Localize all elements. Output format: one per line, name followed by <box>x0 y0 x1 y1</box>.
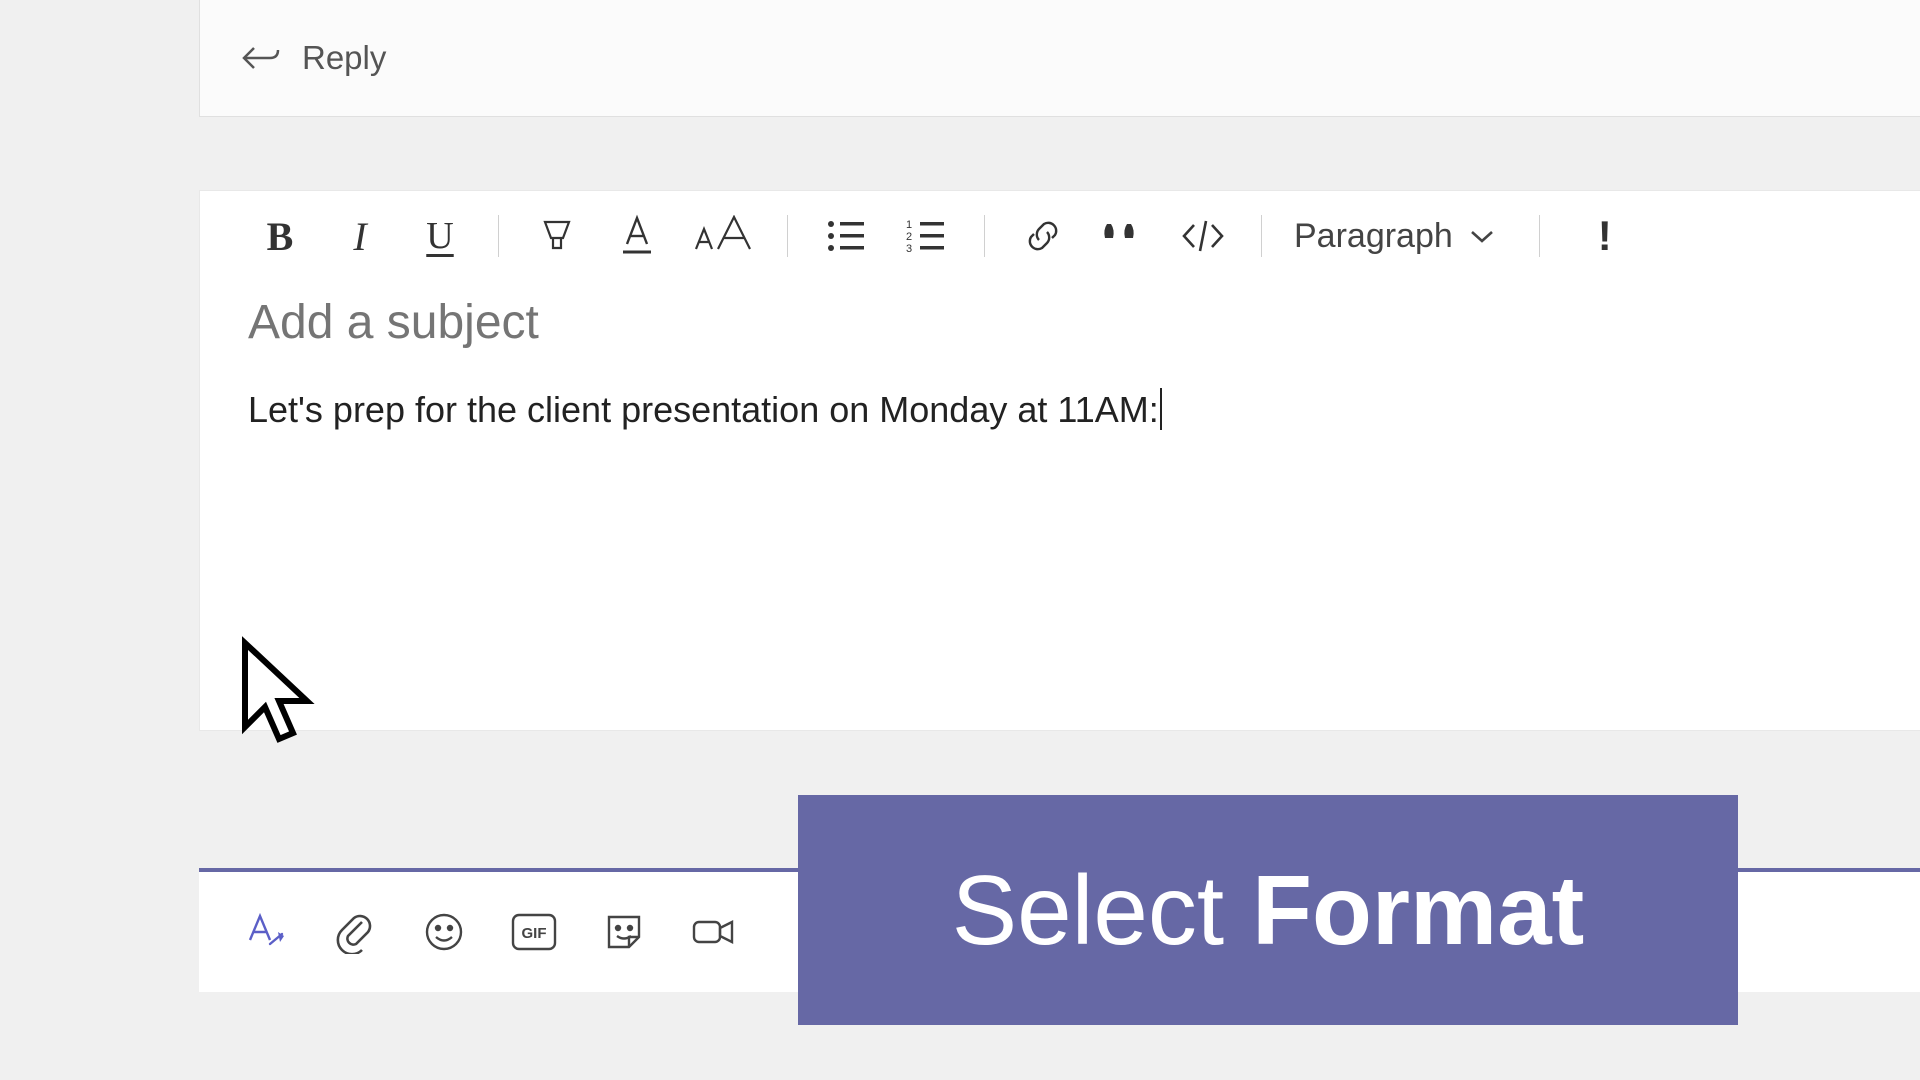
quote-button[interactable] <box>1083 206 1163 266</box>
svg-text:2: 2 <box>906 231 912 243</box>
svg-text:3: 3 <box>906 243 912 254</box>
callout-banner: Select Format <box>798 795 1738 1025</box>
meet-now-button[interactable] <box>689 907 739 957</box>
text-caret <box>1160 388 1162 430</box>
toolbar-separator <box>1539 215 1540 257</box>
message-body-text: Let's prep for the client presentation o… <box>248 389 1159 431</box>
callout-word2: Format <box>1252 854 1584 967</box>
attach-button[interactable] <box>329 907 379 957</box>
subject-input[interactable] <box>248 295 1872 350</box>
subject-row <box>200 281 1920 350</box>
toolbar-separator <box>1261 215 1262 257</box>
mouse-cursor-icon <box>235 635 321 755</box>
paragraph-style-label: Paragraph <box>1294 217 1453 256</box>
font-size-button[interactable] <box>677 206 769 266</box>
importance-button[interactable]: ! <box>1570 206 1640 266</box>
bold-button[interactable]: B <box>240 206 320 266</box>
svg-text:GIF: GIF <box>522 925 547 942</box>
compose-card: B I U <box>199 190 1920 731</box>
reply-box[interactable]: Reply <box>199 0 1920 117</box>
gif-button[interactable]: GIF <box>509 907 559 957</box>
format-toolbar: B I U <box>200 191 1920 281</box>
numbered-list-button[interactable]: 1 2 3 <box>886 206 966 266</box>
highlight-button[interactable] <box>517 206 597 266</box>
link-button[interactable] <box>1003 206 1083 266</box>
underline-button[interactable]: U <box>400 206 480 266</box>
toolbar-separator <box>498 215 499 257</box>
italic-button[interactable]: I <box>320 206 400 266</box>
callout-word1: Select <box>952 854 1224 967</box>
paragraph-style-select[interactable]: Paragraph <box>1280 217 1509 256</box>
font-color-button[interactable] <box>597 206 677 266</box>
toolbar-separator <box>984 215 985 257</box>
message-body[interactable]: Let's prep for the client presentation o… <box>200 350 1920 730</box>
reply-label: Reply <box>302 39 386 77</box>
reply-arrow-icon <box>240 42 280 74</box>
format-toggle-button[interactable] <box>239 907 289 957</box>
chevron-down-icon <box>1469 228 1495 244</box>
emoji-button[interactable] <box>419 907 469 957</box>
svg-text:1: 1 <box>906 219 912 231</box>
toolbar-separator <box>787 215 788 257</box>
code-button[interactable] <box>1163 206 1243 266</box>
bullet-list-button[interactable] <box>806 206 886 266</box>
sticker-button[interactable] <box>599 907 649 957</box>
